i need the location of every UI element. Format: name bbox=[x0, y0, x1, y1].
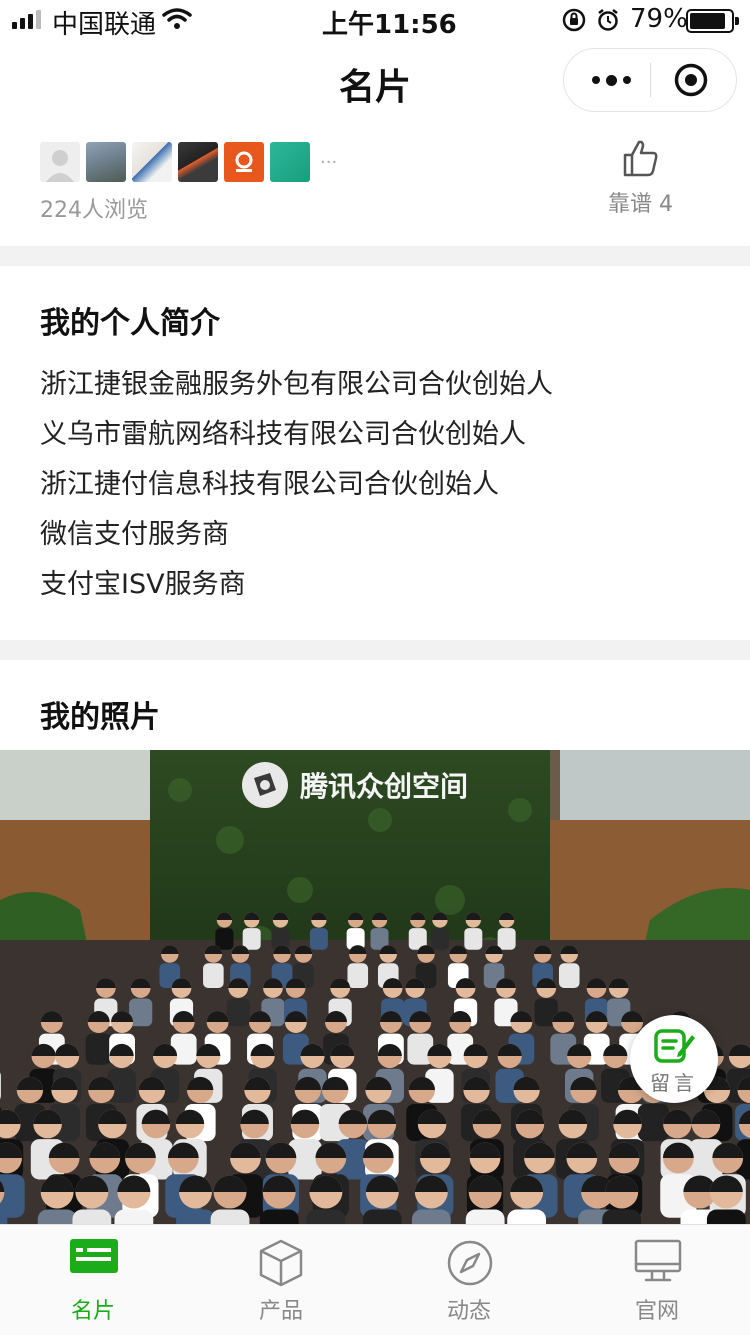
viewer-avatars[interactable]: ··· bbox=[40, 142, 337, 182]
battery-percent: 79% bbox=[630, 4, 688, 34]
avatar bbox=[270, 142, 310, 182]
message-button-label: 留言 bbox=[650, 1071, 698, 1095]
tencent-space-logo-icon bbox=[242, 762, 288, 808]
crowd-person-body bbox=[306, 1209, 346, 1225]
like-count-number: 4 bbox=[659, 192, 674, 217]
crowd-person-body bbox=[497, 928, 516, 950]
crowd-person-body bbox=[464, 928, 483, 950]
edit-note-icon bbox=[654, 1029, 695, 1063]
more-button[interactable] bbox=[586, 67, 636, 93]
crowd-person-body bbox=[242, 928, 261, 950]
close-miniprogram-button[interactable] bbox=[674, 63, 708, 97]
view-count: 224人浏览 bbox=[40, 198, 148, 223]
compass-icon bbox=[447, 1240, 493, 1286]
crowd-person-body bbox=[465, 1209, 505, 1225]
tab-moments[interactable]: 动态 bbox=[409, 1225, 529, 1335]
crowd-person-body bbox=[558, 963, 580, 988]
more-viewers-ellipsis: ··· bbox=[320, 151, 338, 173]
avatar bbox=[178, 142, 218, 182]
intro-title: 我的个人简介 bbox=[40, 306, 220, 341]
tab-label: 名片 bbox=[70, 1299, 115, 1324]
photos-title: 我的照片 bbox=[40, 700, 160, 735]
crowd-person-body bbox=[210, 1209, 250, 1225]
monitor-icon bbox=[634, 1239, 682, 1282]
like-label-text: 靠谱 bbox=[608, 192, 653, 217]
intro-line: 义乌市雷航网络科技有限公司合伙创始人 bbox=[40, 419, 526, 450]
carrier-label: 中国联通 bbox=[52, 10, 157, 40]
crowd-person-body bbox=[507, 1209, 547, 1225]
avatar bbox=[224, 142, 264, 182]
more-dot-icon bbox=[605, 74, 617, 86]
tab-card[interactable]: 名片 bbox=[33, 1225, 153, 1335]
tab-website[interactable]: 官网 bbox=[597, 1225, 717, 1335]
group-photo-image bbox=[0, 750, 750, 1225]
orientation-lock-icon bbox=[562, 8, 586, 32]
tab-bar: 名片 产品 动态 官网 bbox=[0, 1224, 750, 1335]
crowd-person-body bbox=[706, 1209, 746, 1225]
crowd-person-body bbox=[37, 1209, 77, 1225]
avatar bbox=[86, 142, 126, 182]
like-button[interactable] bbox=[600, 138, 682, 182]
crowd-person-body bbox=[347, 963, 369, 988]
section-divider bbox=[0, 640, 750, 660]
tab-label: 动态 bbox=[446, 1299, 491, 1324]
crowd-person-body bbox=[72, 1209, 112, 1225]
crowd-person-body bbox=[362, 1209, 402, 1225]
photo-sign: 腾讯众创空间 bbox=[240, 760, 468, 810]
photo-sign-text: 腾讯众创空间 bbox=[300, 770, 469, 803]
card-icon bbox=[70, 1239, 118, 1273]
avatar bbox=[40, 142, 80, 182]
status-bar: 中国联通 上午11:56 79% bbox=[0, 0, 750, 40]
intro-line: 浙江捷付信息科技有限公司合伙创始人 bbox=[40, 469, 499, 500]
crowd-person-body bbox=[411, 1209, 451, 1225]
avatar bbox=[132, 142, 172, 182]
intro-line: 微信支付服务商 bbox=[40, 519, 229, 550]
battery-icon bbox=[686, 9, 739, 33]
crowd-person-body bbox=[430, 928, 449, 950]
section-divider bbox=[0, 246, 750, 266]
crowd-person-body bbox=[114, 1209, 154, 1225]
miniprogram-capsule bbox=[563, 48, 737, 112]
crowd-person-body bbox=[602, 1209, 642, 1225]
more-dot-icon bbox=[591, 76, 600, 84]
signal-icon bbox=[12, 10, 41, 29]
status-time: 上午11:56 bbox=[322, 10, 457, 40]
tab-label: 产品 bbox=[258, 1299, 303, 1324]
alarm-icon bbox=[598, 9, 618, 31]
intro-line: 浙江捷银金融服务外包有限公司合伙创始人 bbox=[40, 369, 553, 400]
crowd-person-body bbox=[176, 1209, 215, 1225]
message-button[interactable]: 留言 bbox=[630, 1015, 718, 1103]
crowd-person-body bbox=[203, 963, 224, 988]
crowd-person-body bbox=[215, 928, 234, 950]
box-icon bbox=[259, 1239, 303, 1287]
tab-products[interactable]: 产品 bbox=[221, 1225, 341, 1335]
group-photo[interactable] bbox=[0, 750, 750, 1225]
intro-line: 支付宝ISV服务商 bbox=[40, 569, 246, 600]
tab-label: 官网 bbox=[634, 1299, 679, 1324]
crowd-person-body bbox=[226, 998, 250, 1027]
capsule-divider bbox=[650, 63, 651, 97]
crowd-person-body bbox=[85, 1033, 112, 1065]
like-count: 靠谱 4 bbox=[608, 186, 673, 218]
more-dot-icon bbox=[622, 76, 631, 84]
wifi-icon bbox=[162, 8, 192, 29]
crowd-person-body bbox=[259, 1209, 299, 1225]
thumbs-up-icon bbox=[623, 140, 658, 177]
crowd-person-body bbox=[309, 928, 328, 950]
